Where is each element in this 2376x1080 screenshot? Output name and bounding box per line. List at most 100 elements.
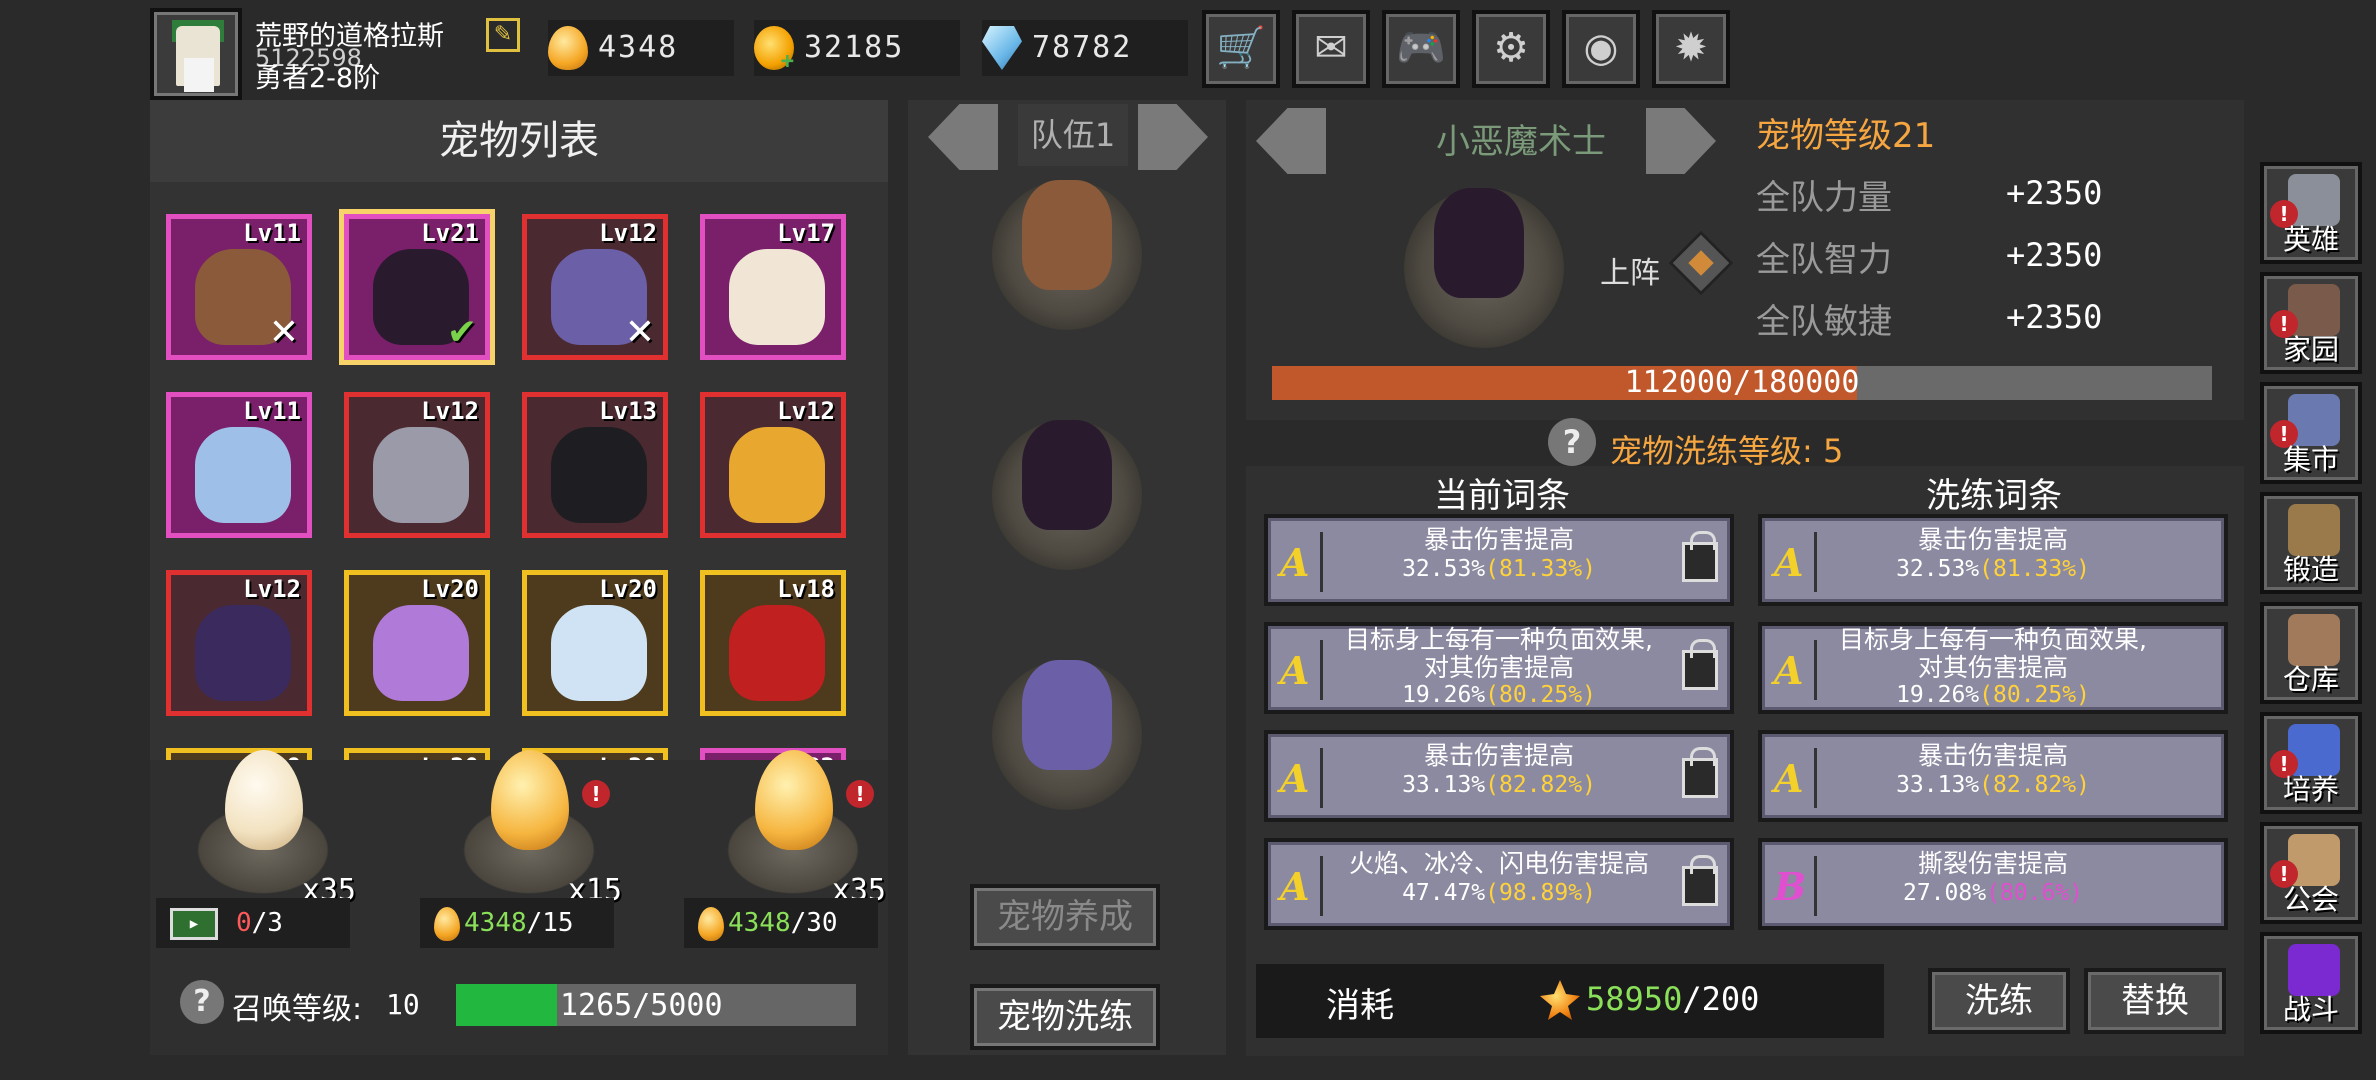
pencil-icon: ✎ [493, 22, 513, 47]
mail-button[interactable]: ✉ [1292, 10, 1370, 88]
lock-icon[interactable] [1682, 639, 1718, 690]
refine-button[interactable]: 洗练 [1928, 968, 2070, 1034]
summon-cost-box: ▶ 0/3 [156, 898, 350, 948]
sidebar-cultivate-label: 培养 [2282, 773, 2339, 806]
pet-level-label: Lv11 [243, 219, 301, 247]
affix-range: (80.25%) [1979, 682, 2090, 708]
alert-badge-icon: ! [582, 780, 610, 808]
summon-egg-slot[interactable]: x35! [710, 740, 886, 910]
pet-card[interactable]: Lv12 [166, 570, 312, 716]
egg-icon [434, 906, 460, 941]
pet-sprite [373, 427, 469, 523]
pet-next-arrow[interactable] [1646, 108, 1716, 174]
current-affix-header: 当前词条 [1434, 476, 1570, 516]
affix-grade: A [1280, 756, 1310, 801]
affix-row: A 暴击伤害提高 32.53%(81.33%) [1758, 514, 2228, 606]
pet-card[interactable]: Lv12 [344, 392, 490, 538]
affix-divider [1814, 856, 1817, 916]
affix-divider [1814, 532, 1817, 592]
egg-icon [548, 26, 588, 70]
pet-card[interactable]: Lv12 ✕ [522, 214, 668, 360]
egg-icon [698, 906, 724, 941]
fireworks-button[interactable]: ✹ [1652, 10, 1730, 88]
pet-card[interactable]: Lv13 [522, 392, 668, 538]
stat-value: +2350 [2006, 236, 2103, 274]
shop-button[interactable]: 🛒 [1202, 10, 1280, 88]
sidebar-cultivate-button[interactable]: ! 培养 [2260, 712, 2362, 814]
pet-card[interactable]: Lv20 [522, 570, 668, 716]
lock-icon[interactable] [1682, 855, 1718, 906]
currency-gold: 32185 [754, 20, 960, 76]
affix-percent: 32.53% [1402, 556, 1486, 582]
summon-egg-slot[interactable]: x15! [446, 740, 622, 910]
affix-grade: A [1280, 648, 1310, 693]
sidebar-battle-button[interactable]: 战斗 [2260, 932, 2362, 1034]
team-next-arrow[interactable] [1138, 104, 1208, 170]
sidebar-warehouse-label: 仓库 [2282, 663, 2339, 696]
summon-progress-bar: 1265/5000 [456, 984, 856, 1026]
sidebar-hero-button[interactable]: ! 英雄 [2260, 162, 2362, 264]
affix-grade: A [1774, 540, 1804, 585]
pet-card[interactable]: Lv12 [700, 392, 846, 538]
pet-sprite [1022, 660, 1112, 770]
pet-card[interactable]: Lv18 [700, 570, 846, 716]
pet-grid[interactable]: Lv11 ✕ Lv21 ✔ Lv12 ✕ Lv17 Lv11 Lv12 Lv13 Lv12 Lv12 L… [150, 182, 888, 760]
deploy-button[interactable] [1668, 230, 1734, 296]
summon-cost-box: 4348/15 [420, 898, 614, 948]
affix-percent: 32.53% [1896, 556, 1980, 582]
affix-row: A 暴击伤害提高 32.53%(81.33%) [1264, 514, 1734, 606]
summon-egg-slot[interactable]: x35 [180, 740, 356, 910]
pet-sprite [551, 427, 647, 523]
pet-card[interactable]: Lv11 [166, 392, 312, 538]
envelope-icon: ✉ [1314, 25, 1348, 71]
affix-row: A 暴击伤害提高 33.13%(82.82%) [1758, 730, 2228, 822]
lock-icon[interactable] [1682, 747, 1718, 798]
pet-prev-arrow[interactable] [1256, 108, 1326, 174]
team-member-slot[interactable] [992, 660, 1142, 810]
summon-cost-max: /30 [790, 908, 838, 938]
pet-card[interactable]: Lv21 ✔ [344, 214, 490, 360]
sidebar-guild-button[interactable]: ! 公会 [2260, 822, 2362, 924]
affix-title: 暴击伤害提高 [1423, 741, 1574, 770]
affix-range: (82.82%) [1485, 772, 1596, 798]
pet-card[interactable]: Lv20 [344, 570, 490, 716]
settings-button[interactable]: ⚙ [1472, 10, 1550, 88]
pet-detail-panel: 小恶魔术士 宠物等级21 上阵 全队力量 +2350 全队智力 +2350 全队敏捷 +2… [1246, 100, 2244, 420]
affix-divider [1320, 856, 1323, 916]
affix-percent: 19.26% [1896, 682, 1980, 708]
affix-percent: 19.26% [1402, 682, 1486, 708]
team-member-slot[interactable] [992, 180, 1142, 330]
egg-icon [491, 750, 569, 850]
affix-grade: A [1774, 648, 1804, 693]
pet-card[interactable]: Lv11 ✕ [166, 214, 312, 360]
color-wheel-button[interactable]: ◉ [1562, 10, 1640, 88]
affix-grade: A [1280, 540, 1310, 585]
sidebar-home-button[interactable]: ! 家园 [2260, 272, 2362, 374]
affix-divider [1320, 640, 1323, 700]
lock-icon[interactable] [1682, 531, 1718, 582]
sidebar-market-button[interactable]: ! 集市 [2260, 382, 2362, 484]
pet-card[interactable]: Lv17 [700, 214, 846, 360]
affix-row: A 目标身上每有一种负面效果, 对其伤害提高 19.26%(80.25%) [1758, 622, 2228, 714]
edit-name-button[interactable]: ✎ [486, 18, 520, 52]
pet-refine-button[interactable]: 宠物洗练 [970, 984, 1160, 1050]
player-avatar[interactable] [150, 8, 242, 100]
pet-level-label: Lv20 [421, 575, 479, 603]
affix-range: (80.25%) [1485, 682, 1596, 708]
team-member-slot[interactable] [992, 420, 1142, 570]
summon-cost-current: 4348 [464, 908, 527, 938]
affix-value: 19.26%(80.25%) [1822, 682, 2164, 708]
sidebar-guild-label: 公会 [2282, 883, 2339, 916]
gamepad-button[interactable]: 🎮 [1382, 10, 1460, 88]
team-prev-arrow[interactable] [928, 104, 998, 170]
summon-cost-max: /3 [251, 908, 283, 938]
sidebar-market-label: 集市 [2282, 443, 2339, 476]
sidebar-warehouse-button[interactable]: 仓库 [2260, 602, 2362, 704]
pet-nurture-button[interactable]: 宠物养成 [970, 884, 1160, 950]
affix-title: 火焰、冰冷、闪电伤害提高 [1348, 849, 1649, 878]
refine-help-icon[interactable]: ? [1548, 418, 1596, 466]
sidebar-forge-button[interactable]: 锻造 [2260, 492, 2362, 594]
refine-cost-need: /200 [1682, 980, 1760, 1018]
summon-help-icon[interactable]: ? [180, 980, 224, 1024]
replace-button[interactable]: 替换 [2084, 968, 2226, 1034]
